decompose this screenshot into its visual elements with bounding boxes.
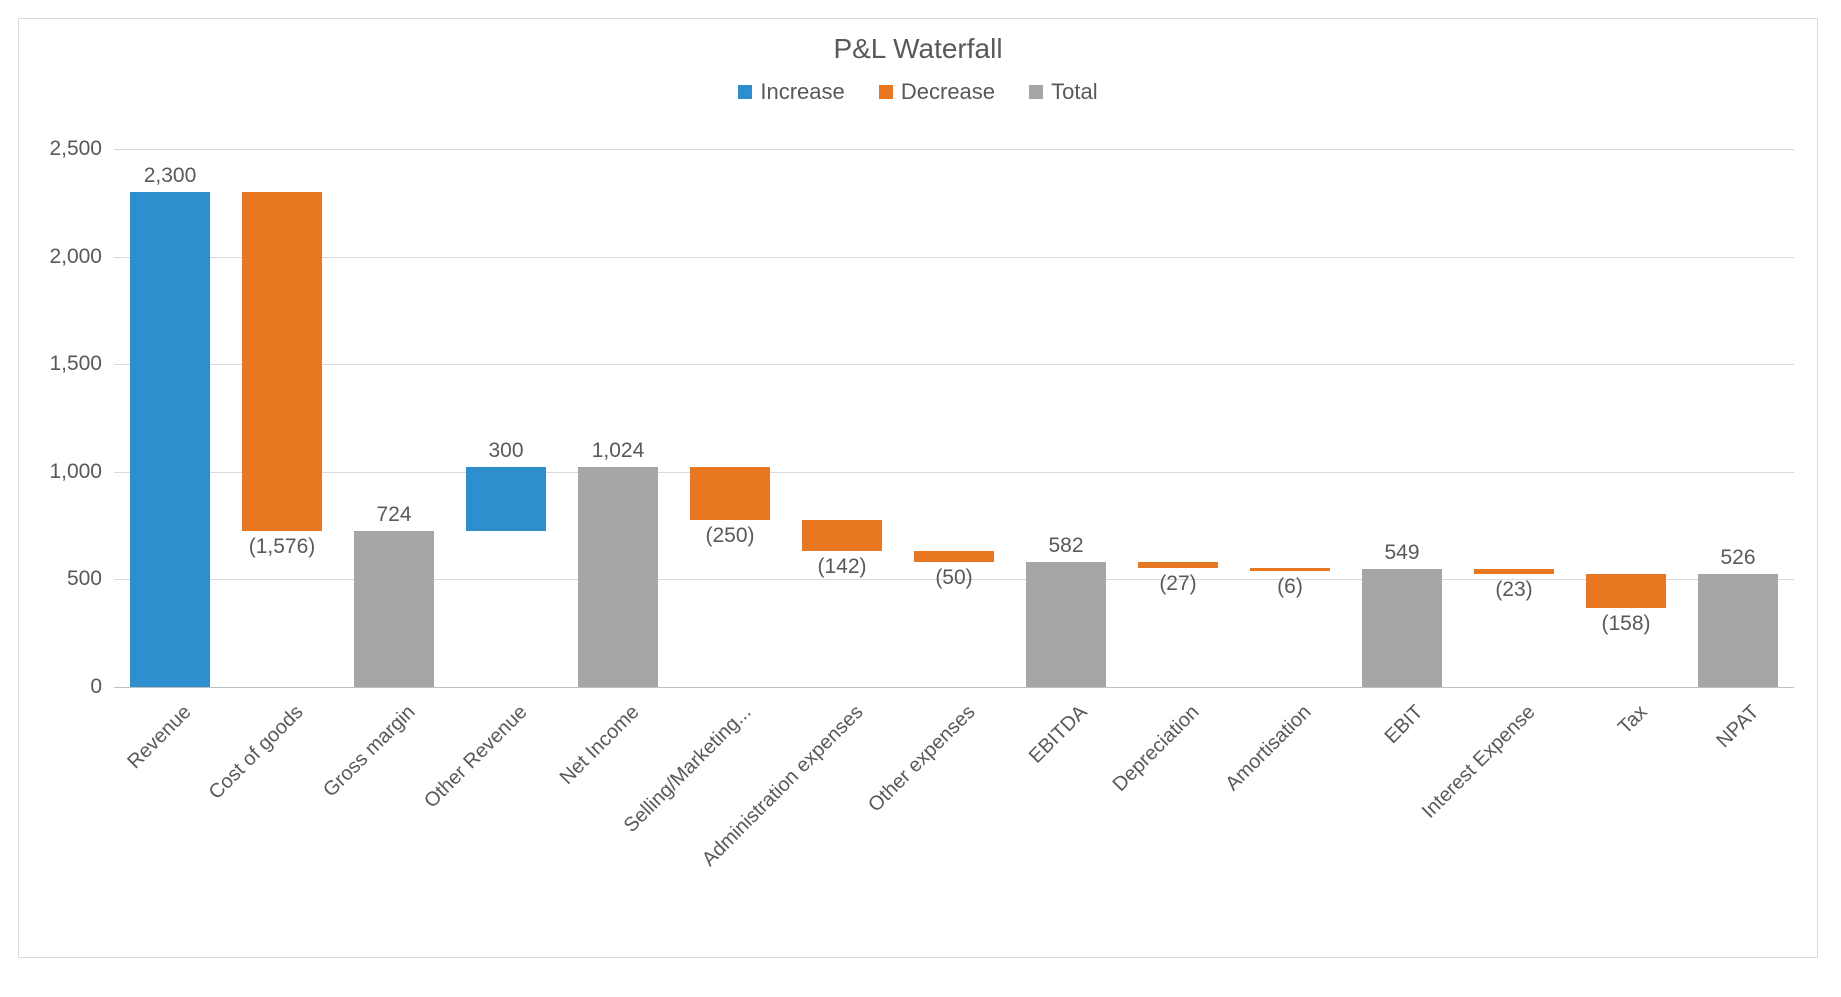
bar-value-label: (6) — [1210, 575, 1370, 599]
bar-value-label: 1,024 — [538, 439, 698, 463]
bar-value-label: (158) — [1546, 612, 1706, 636]
bar-value-label: (1,576) — [202, 535, 362, 559]
x-axis-tick-label: Selling/Marketing... — [528, 701, 756, 929]
bar-value-label: (250) — [650, 524, 810, 548]
bar-value-label: 2,300 — [90, 164, 250, 188]
waterfall-bar — [1698, 574, 1779, 687]
legend-item-increase: Increase — [738, 79, 844, 105]
waterfall-bar — [1250, 568, 1331, 571]
legend-swatch-increase — [738, 85, 752, 99]
x-axis-tick-label: Administration expenses — [640, 701, 868, 929]
bar-value-label: 724 — [314, 503, 474, 527]
x-axis-tick-label: Other Revenue — [304, 701, 532, 929]
legend-swatch-decrease — [879, 85, 893, 99]
legend-label-total: Total — [1051, 79, 1097, 105]
bar-value-label: 549 — [1322, 541, 1482, 565]
waterfall-bar — [130, 192, 211, 687]
waterfall-bar — [1362, 569, 1443, 687]
y-axis-tick-label: 2,500 — [49, 137, 102, 161]
y-axis-tick-label: 1,000 — [49, 460, 102, 484]
plot-area: 05001,0001,5002,0002,5002,300Revenue(1,5… — [114, 149, 1794, 688]
waterfall-bar — [242, 192, 323, 531]
x-axis-tick-label: EBITDA — [864, 701, 1092, 929]
waterfall-bar — [1138, 562, 1219, 568]
x-axis-tick-label: Cost of goods — [80, 701, 308, 929]
gridline — [114, 149, 1794, 150]
x-axis-tick-label: Depreciation — [976, 701, 1204, 929]
x-axis-tick-label: Other expenses — [752, 701, 980, 929]
y-axis-tick-label: 0 — [90, 675, 102, 699]
x-axis-tick-label: Amortisation — [1088, 701, 1316, 929]
gridline — [114, 257, 1794, 258]
waterfall-bar — [1586, 574, 1667, 608]
y-axis-tick-label: 2,000 — [49, 245, 102, 269]
y-axis-tick-label: 500 — [67, 567, 102, 591]
bar-value-label: 582 — [986, 534, 1146, 558]
legend-label-decrease: Decrease — [901, 79, 995, 105]
legend-item-total: Total — [1029, 79, 1097, 105]
chart-legend: Increase Decrease Total — [19, 79, 1817, 105]
waterfall-chart: P&L Waterfall Increase Decrease Total 05… — [18, 18, 1818, 958]
waterfall-bar — [914, 551, 995, 562]
waterfall-bar — [578, 467, 659, 687]
x-axis-tick-label: Gross margin — [192, 701, 420, 929]
bar-value-label: 526 — [1658, 546, 1818, 570]
y-axis-tick-label: 1,500 — [49, 352, 102, 376]
legend-label-increase: Increase — [760, 79, 844, 105]
x-axis-tick-label: Interest Expense — [1312, 701, 1540, 929]
bar-value-label: (23) — [1434, 578, 1594, 602]
legend-item-decrease: Decrease — [879, 79, 995, 105]
waterfall-bar — [690, 467, 771, 521]
x-axis-tick-label: Net Income — [416, 701, 644, 929]
x-axis-tick-label: NPAT — [1536, 701, 1764, 929]
x-axis-tick-label: Tax — [1424, 701, 1652, 929]
chart-title: P&L Waterfall — [19, 19, 1817, 65]
legend-swatch-total — [1029, 85, 1043, 99]
waterfall-bar — [1026, 562, 1107, 687]
waterfall-bar — [354, 531, 435, 687]
waterfall-bar — [466, 467, 547, 532]
waterfall-bar — [802, 520, 883, 551]
waterfall-bar — [1474, 569, 1555, 574]
gridline — [114, 472, 1794, 473]
x-axis-tick-label: EBIT — [1200, 701, 1428, 929]
gridline — [114, 364, 1794, 365]
bar-value-label: (50) — [874, 566, 1034, 590]
